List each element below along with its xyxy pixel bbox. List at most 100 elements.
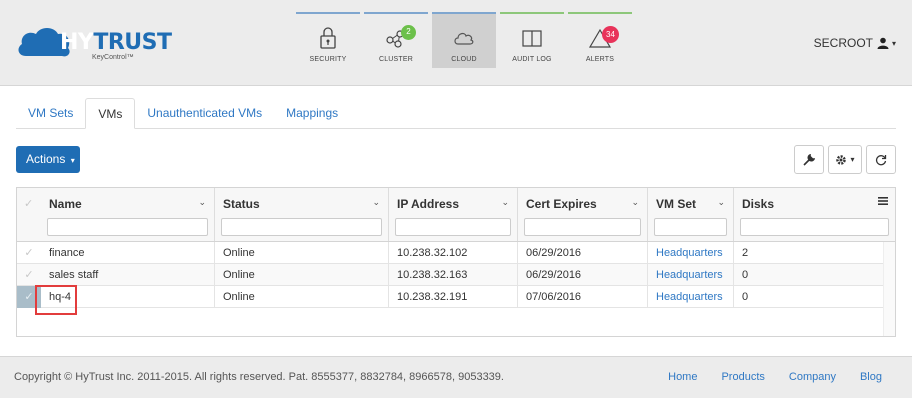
grid-header: ✓ Name ⌄ Status ⌄ IP Address ⌄ Cert Expi…	[17, 188, 895, 242]
grid-scrollbar[interactable]	[883, 242, 895, 336]
cell-vmset-link[interactable]: Headquarters	[648, 264, 734, 286]
actions-label: Actions	[26, 152, 66, 166]
nav-label-cloud: CLOUD	[451, 56, 477, 63]
column-menu-icon[interactable]	[877, 196, 889, 206]
column-name: Name ⌄	[41, 188, 215, 241]
wrench-button[interactable]	[794, 145, 824, 174]
user-menu[interactable]: SECROOT ▾	[814, 36, 896, 50]
cell-ip: 10.238.32.102	[389, 242, 518, 264]
nav-alerts[interactable]: 34 ALERTS	[568, 12, 632, 68]
cell-name: finance	[41, 242, 215, 264]
caret-down-icon: ▾	[891, 38, 896, 48]
cell-disks: 0	[742, 269, 749, 281]
filter-name-input[interactable]	[47, 218, 208, 236]
checkmark-icon: ✓	[24, 198, 34, 210]
footer-link-products[interactable]: Products	[721, 371, 764, 383]
footer-link-company[interactable]: Company	[789, 371, 836, 383]
cell-ip: 10.238.32.191	[389, 286, 518, 308]
cell-disks: 0	[742, 291, 749, 303]
cell-name: sales staff	[41, 264, 215, 286]
nav-cloud[interactable]: CLOUD	[432, 12, 496, 68]
cloud-icon	[454, 32, 474, 45]
filter-vmset-input[interactable]	[654, 218, 727, 236]
cell-cert: 06/29/2016	[518, 242, 648, 264]
table-row[interactable]: ✓ finance Online 10.238.32.102 06/29/201…	[17, 242, 883, 264]
wrench-icon	[803, 153, 815, 166]
lock-icon	[320, 27, 336, 49]
cell-cert: 07/06/2016	[518, 286, 648, 308]
tab-vm-sets[interactable]: VM Sets	[16, 98, 85, 129]
grid-tools: ▾	[790, 145, 896, 174]
chevron-down-icon[interactable]: ⌄	[198, 197, 206, 208]
nav-cluster[interactable]: 2 CLUSTER	[364, 12, 428, 68]
column-title-vmset: VM Set	[656, 197, 697, 211]
column-title-status: Status	[223, 197, 260, 211]
tab-unauthenticated-vms[interactable]: Unauthenticated VMs	[135, 98, 274, 129]
vm-grid: ✓ Name ⌄ Status ⌄ IP Address ⌄ Cert Expi…	[16, 187, 896, 337]
table-row[interactable]: ✓ hq-4 Online 10.238.32.191 07/06/2016 H…	[17, 286, 883, 308]
main-nav: SECURITY 2 CLUSTER CLOUD AUDIT LOG 34 AL…	[296, 12, 636, 68]
column-ip-address: IP Address ⌄	[389, 188, 518, 241]
column-disks: Disks	[734, 188, 895, 241]
page-footer: Copyright © HyTrust Inc. 2011-2015. All …	[0, 356, 912, 398]
cell-disks: 2	[742, 247, 749, 259]
nav-label-security: SECURITY	[309, 56, 347, 63]
nav-label-audit-log: AUDIT LOG	[512, 56, 552, 63]
filter-status-input[interactable]	[221, 218, 382, 236]
chevron-down-icon[interactable]: ⌄	[717, 197, 725, 208]
chevron-down-icon[interactable]: ⌄	[631, 197, 639, 208]
hytrust-logo[interactable]: HYTRUST KeyControl™	[16, 22, 172, 66]
column-title-ip: IP Address	[397, 197, 460, 211]
nav-audit-log[interactable]: AUDIT LOG	[500, 12, 564, 68]
actions-button[interactable]: Actions ▾	[16, 146, 80, 173]
cell-status: Online	[215, 264, 389, 286]
table-row[interactable]: ✓ sales staff Online 10.238.32.163 06/29…	[17, 264, 883, 286]
caret-down-icon: ▾	[850, 155, 855, 164]
filter-ip-input[interactable]	[395, 218, 511, 236]
column-title-cert: Cert Expires	[526, 197, 597, 211]
filter-disks-input[interactable]	[740, 218, 889, 236]
nav-label-alerts: ALERTS	[585, 56, 615, 63]
filter-cert-input[interactable]	[524, 218, 641, 236]
tab-mappings[interactable]: Mappings	[274, 98, 350, 129]
tab-vms[interactable]: VMs	[85, 98, 136, 129]
book-icon	[522, 30, 542, 47]
logo-text-hy: HY	[60, 30, 94, 55]
caret-down-icon: ▾	[70, 156, 75, 165]
gear-icon	[836, 154, 847, 165]
row-checkbox[interactable]: ✓	[17, 264, 41, 286]
chevron-down-icon[interactable]: ⌄	[501, 197, 509, 208]
user-icon	[877, 37, 889, 49]
select-all-column[interactable]: ✓	[17, 188, 41, 241]
cluster-badge: 2	[401, 25, 416, 40]
nav-label-cluster: CLUSTER	[378, 56, 414, 63]
column-title-disks: Disks	[742, 197, 775, 211]
cell-vmset-link[interactable]: Headquarters	[648, 286, 734, 308]
footer-link-home[interactable]: Home	[668, 371, 697, 383]
row-checkbox[interactable]: ✓	[17, 242, 41, 264]
refresh-icon	[875, 154, 887, 165]
nav-security[interactable]: SECURITY	[296, 12, 360, 68]
cell-vmset-link[interactable]: Headquarters	[648, 242, 734, 264]
column-vm-set: VM Set ⌄	[648, 188, 734, 241]
copyright-text: Copyright © HyTrust Inc. 2011-2015. All …	[14, 371, 504, 383]
cell-status: Online	[215, 286, 389, 308]
highlight-box	[35, 285, 77, 315]
column-cert-expires: Cert Expires ⌄	[518, 188, 648, 241]
column-title-name: Name	[49, 197, 82, 211]
logo-subtitle: KeyControl™	[92, 54, 134, 61]
top-header: HYTRUST KeyControl™ SECURITY 2 CLUSTER C…	[0, 0, 912, 86]
user-name: SECROOT	[813, 36, 873, 50]
alerts-badge: 34	[602, 26, 619, 43]
cell-cert: 06/29/2016	[518, 264, 648, 286]
footer-links: Home Products Company Blog	[644, 371, 882, 383]
logo-text-trust: TRUST	[93, 30, 172, 55]
settings-button[interactable]: ▾	[828, 145, 862, 174]
footer-link-blog[interactable]: Blog	[860, 371, 882, 383]
cell-status: Online	[215, 242, 389, 264]
chevron-down-icon[interactable]: ⌄	[372, 197, 380, 208]
column-status: Status ⌄	[215, 188, 389, 241]
cell-ip: 10.238.32.163	[389, 264, 518, 286]
vm-tabs: VM Sets VMs Unauthenticated VMs Mappings	[16, 98, 896, 129]
refresh-button[interactable]	[866, 145, 896, 174]
